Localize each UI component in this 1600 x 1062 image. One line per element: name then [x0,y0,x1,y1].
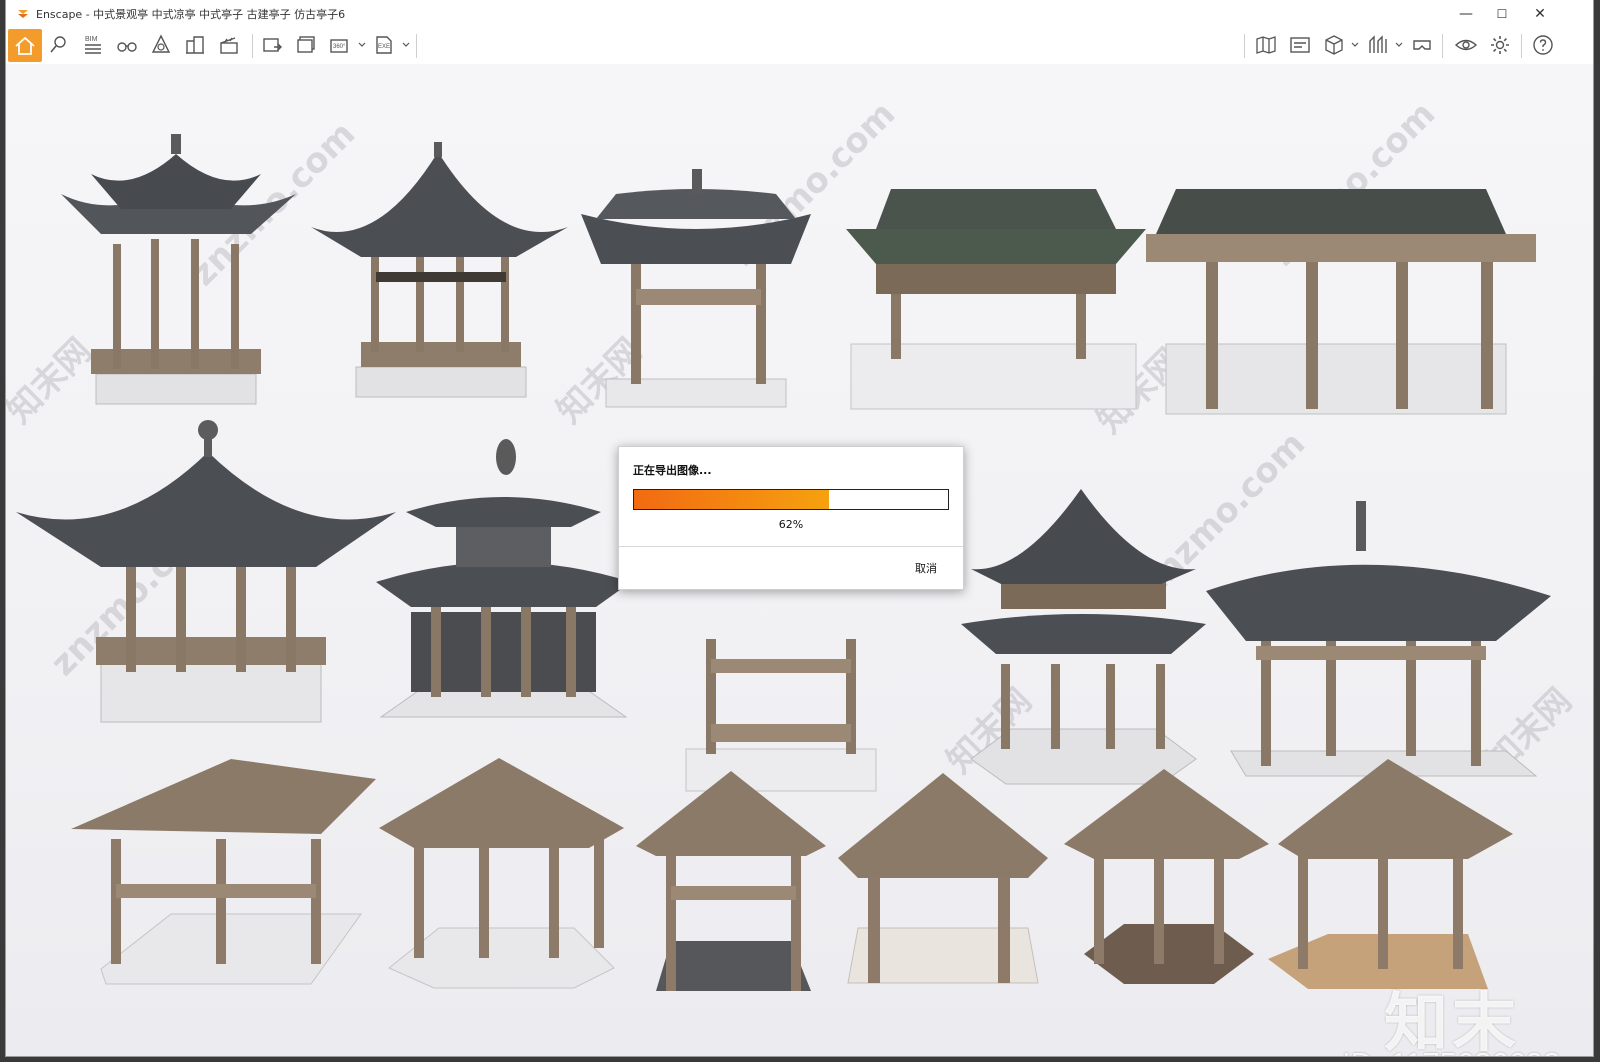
maximize-button[interactable]: ☐ [1482,0,1522,27]
progress-fill [634,490,829,509]
brand-watermark: 知末 [1384,987,1520,1056]
pavilion-render [1206,501,1551,777]
export-progress-dialog: 正在导出图像... 62% 取消 [618,446,964,590]
clapperboard-icon [220,37,238,54]
enscape-logo-icon [18,9,28,18]
pavilion-render [311,142,568,398]
pavilion-render [376,439,631,718]
map-view-button[interactable] [1251,30,1281,60]
pavilion-render [1064,769,1269,984]
section-button[interactable] [1363,30,1393,60]
pavilion-render [61,134,296,405]
asset-library-icon [151,34,171,53]
cube-view-icon [1325,35,1343,55]
toolbar-separator [252,34,253,58]
buildings-icon [186,36,204,54]
toolbar-separator [1442,34,1443,58]
binoculars-button[interactable] [112,30,142,60]
visual-settings-button[interactable] [1451,30,1481,60]
bim-button[interactable]: BIM [78,30,108,60]
pavilion-render [1146,189,1536,415]
dialog-title: 正在导出图像... [633,464,712,477]
chevron-down-icon[interactable] [1351,41,1359,49]
svg-text:EXE: EXE [378,44,390,50]
pavilion-render [1268,759,1513,989]
close-icon: ✕ [1534,5,1546,22]
svg-text:360°: 360° [333,44,346,50]
panorama-button[interactable]: 360° [326,30,356,60]
panorama-360-icon: 360° [330,39,348,53]
maximize-icon: ☐ [1496,6,1508,21]
screenshot-export-icon [263,38,282,52]
cube-view-button[interactable] [1319,30,1349,60]
pavilion-render [71,759,376,985]
batch-render-icon [297,36,315,53]
toolbar-separator [1521,34,1522,58]
home-icon [15,36,35,55]
chevron-down-icon[interactable] [358,41,366,49]
toolbar-separator [1244,34,1245,58]
minimize-button[interactable]: — [1446,0,1486,27]
pavilion-render [16,420,396,723]
svg-text:BIM: BIM [85,36,98,43]
window-title: Enscape - 中式景观亭 中式凉亭 中式亭子 古建亭子 仿古亭子6 [36,7,346,21]
pavilion-render [846,189,1146,410]
minimize-icon: — [1459,5,1473,22]
toolbar: BIM 360° EXE [6,27,1593,84]
home-button[interactable] [8,29,42,62]
vr-headset-icon [1413,40,1431,50]
pavilion-render [581,169,811,408]
pavilion-render [379,758,624,989]
pavilion-render [838,773,1048,984]
help-icon [1533,35,1553,55]
fly-camera-icon [50,36,66,53]
binoculars-icon [117,42,137,52]
settings-gear-icon [1491,36,1509,54]
video-editor-button[interactable] [214,30,244,60]
pavilion-render [636,771,826,991]
toolbar-separator [416,34,417,58]
close-button[interactable]: ✕ [1520,0,1560,27]
pavilion-render [961,489,1206,785]
help-button[interactable] [1528,30,1558,60]
chevron-down-icon[interactable] [1395,41,1403,49]
vr-headset-button[interactable] [1407,30,1437,60]
settings-button[interactable] [1485,30,1515,60]
exe-export-button[interactable]: EXE [370,30,400,60]
map-view-icon [1256,36,1276,54]
view-management-button[interactable] [1285,30,1315,60]
batch-render-button[interactable] [292,30,322,60]
visual-settings-eye-icon [1454,39,1478,51]
buildings-button[interactable] [180,30,210,60]
title-bar: Enscape - 中式景观亭 中式凉亭 中式亭子 古建亭子 仿古亭子6 — ☐… [6,0,1593,27]
progress-bar [633,489,949,510]
asset-library-button[interactable] [146,30,176,60]
cancel-button[interactable]: 取消 [915,560,937,576]
dialog-divider [619,546,963,547]
progress-percent: 62% [778,518,804,531]
bim-icon: BIM [85,36,101,54]
section-icon [1369,35,1387,53]
view-management-icon [1290,37,1310,53]
enscape-window: Enscape - 中式景观亭 中式凉亭 中式亭子 古建亭子 仿古亭子6 — ☐… [6,0,1593,1056]
fly-camera-button[interactable] [44,30,74,60]
chevron-down-icon[interactable] [402,41,410,49]
screenshot-export-button[interactable] [258,30,288,60]
id-watermark: ID: 1175636693 [1342,1046,1560,1056]
exe-export-icon: EXE [376,36,392,54]
